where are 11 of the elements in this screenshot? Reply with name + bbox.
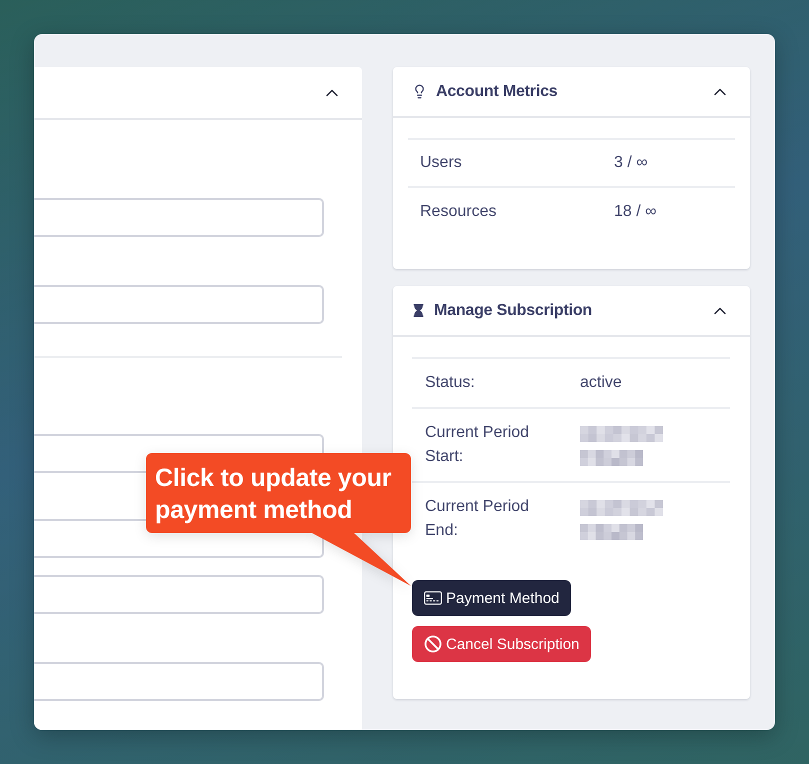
detail-value: active [580,358,730,408]
metric-value: 3 / ∞ [602,139,735,187]
metric-label: Resources [408,187,602,235]
detail-label: Status: [412,358,580,408]
card-title: Manage Subscription [434,302,593,320]
detail-label: Current Period End: [412,482,580,555]
metric-value: 18 / ∞ [602,187,735,235]
metric-label: Users [408,139,602,187]
detail-label: Current Period Start: [412,408,580,482]
tooltip-text: Click to update your payment method [155,463,392,526]
card-title: Account Metrics [436,82,558,100]
